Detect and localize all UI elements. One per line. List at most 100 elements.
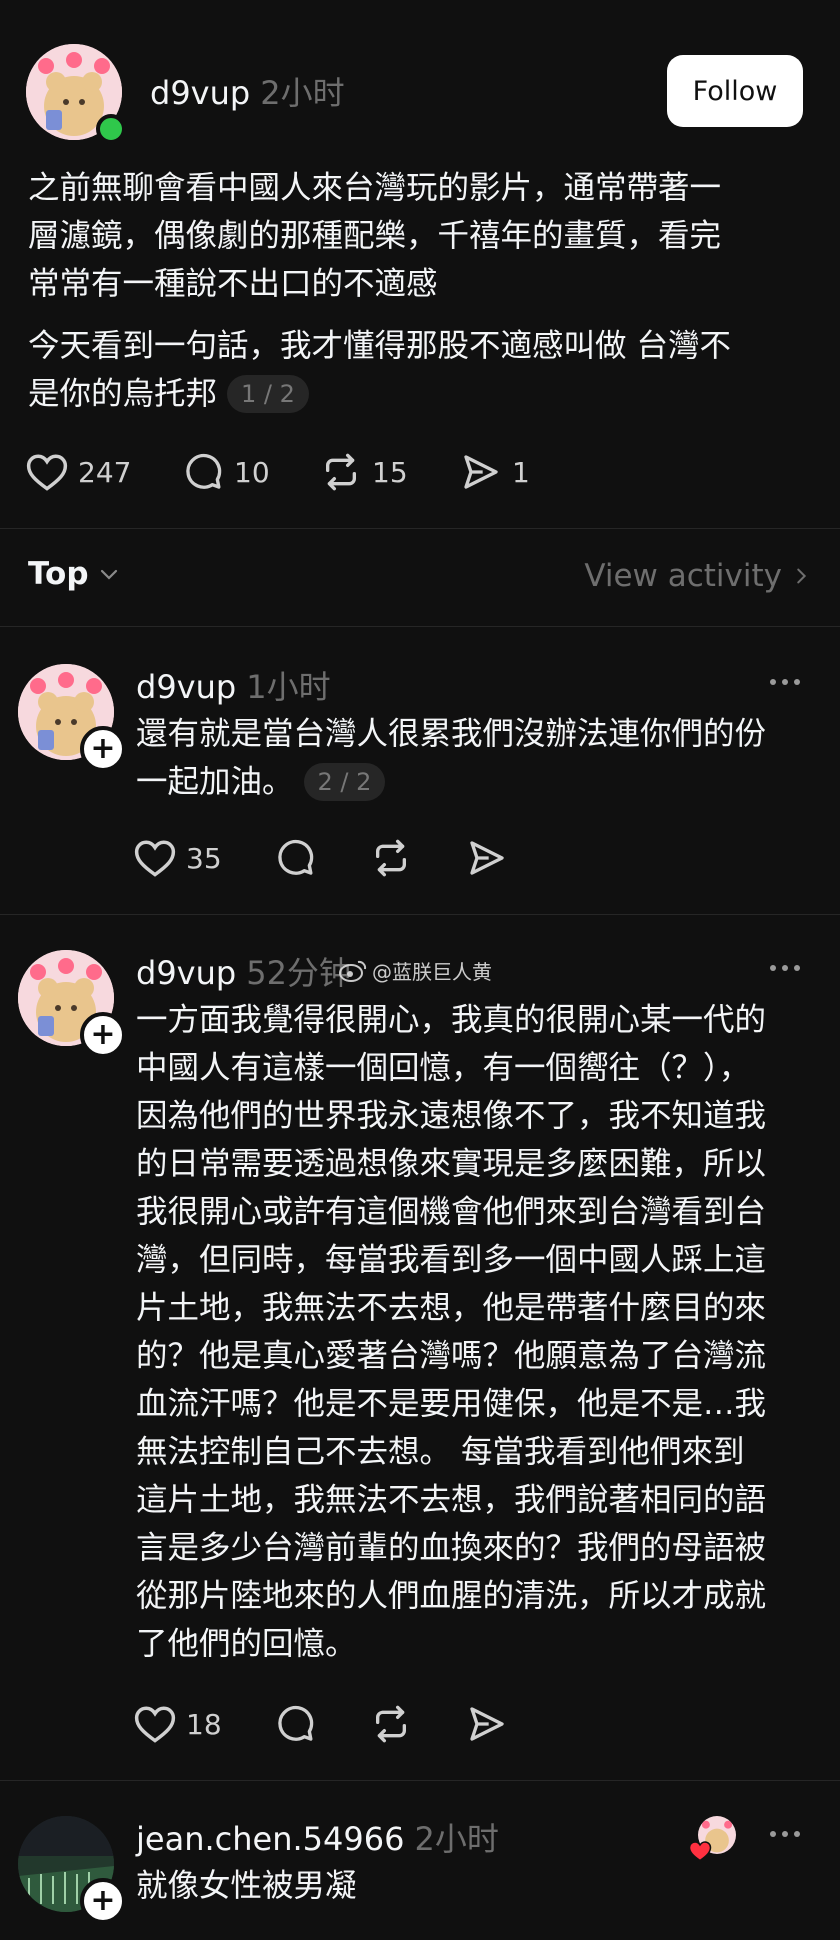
username[interactable]: d9vup — [150, 74, 250, 112]
reply-text: 還有就是當台灣人很累我們沒辦法連你們的份 一起加油。 2 / 2 — [136, 710, 826, 806]
weibo-logo-icon — [339, 960, 367, 982]
share-button[interactable] — [466, 838, 508, 878]
author-liked-badge — [688, 1816, 740, 1868]
like-button[interactable]: 247 — [26, 452, 131, 492]
more-options-button[interactable] — [770, 965, 800, 971]
post-header: d9vup 2小时 — [150, 68, 345, 114]
text-line: 血流汗嗎？他是不是要用健保，他是不是…我 — [136, 1386, 767, 1422]
repost-icon — [326, 453, 356, 491]
comment-icon — [278, 839, 314, 875]
share-count: 1 — [512, 455, 530, 489]
like-count: 247 — [78, 455, 132, 489]
text-line: 還有就是當台灣人很累我們沒辦法連你們的份 — [136, 716, 767, 752]
divider — [0, 1780, 840, 1781]
username[interactable]: d9vup — [136, 954, 236, 992]
watermark-text: @蓝朕巨人黄 — [372, 960, 492, 984]
username[interactable]: jean.chen.54966 — [136, 1820, 404, 1858]
more-dots-icon — [770, 965, 776, 971]
send-icon — [470, 841, 504, 875]
text-line-last: 是你的烏托邦 1 / 2 — [28, 370, 818, 418]
share-button[interactable] — [466, 1704, 508, 1744]
reply-text: 就像女性被男凝 — [136, 1862, 736, 1910]
repost-button[interactable] — [370, 838, 412, 878]
view-activity-label: View activity — [584, 558, 782, 594]
repost-button[interactable] — [370, 1704, 412, 1744]
comment-button[interactable] — [274, 838, 316, 878]
text-line: 中國人有這樣一個回憶，有一個嚮往（？）， — [136, 1050, 751, 1086]
text-line: 我很開心或許有這個機會他們來到台灣看到台 — [136, 1194, 767, 1230]
post-text: 之前無聊會看中國人來台灣玩的影片，通常帶著一 層濾鏡，偶像劇的那種配樂，千禧年的… — [28, 164, 818, 418]
sort-dropdown[interactable]: Top — [28, 556, 121, 592]
text-line: 層濾鏡，偶像劇的那種配樂，千禧年的畫質，看完 — [28, 218, 722, 254]
online-indicator — [96, 114, 126, 144]
more-options-button[interactable] — [770, 1831, 800, 1837]
text-line: 就像女性被男凝 — [136, 1868, 357, 1904]
like-button[interactable]: 35 — [134, 838, 222, 878]
plus-icon: + — [90, 1883, 116, 1918]
page-indicator: 1 / 2 — [227, 375, 309, 413]
text-line: 之前無聊會看中國人來台灣玩的影片，通常帶著一 — [28, 170, 722, 206]
send-icon — [470, 1707, 504, 1741]
divider — [0, 528, 840, 529]
text-line: 這片土地，我無法不去想，我們說著相同的語 — [136, 1482, 767, 1518]
repost-icon — [376, 1705, 406, 1743]
username[interactable]: d9vup — [136, 668, 236, 706]
more-dots-icon — [770, 1831, 776, 1837]
plus-icon: + — [90, 1017, 116, 1052]
text-line: 是你的烏托邦 — [28, 376, 218, 412]
repost-count: 15 — [372, 455, 408, 489]
chevron-right-icon — [797, 568, 807, 584]
text-line: 因為他們的世界我永遠想像不了，我不知道我 — [136, 1098, 767, 1134]
heart-icon — [134, 840, 176, 877]
heart-icon — [26, 454, 68, 491]
heart-icon — [134, 1706, 176, 1743]
share-button[interactable]: 1 — [460, 452, 530, 492]
text-line: 言是多少台灣前輩的血換來的？我們的母語被 — [136, 1530, 767, 1566]
text-line: 的？他是真心愛著台灣嗎？他願意為了台灣流 — [136, 1338, 767, 1374]
timestamp: 2小时 — [414, 1820, 499, 1858]
divider — [0, 626, 840, 627]
more-dots-icon — [770, 679, 776, 685]
text-line: 的日常需要透過想像來實現是多麼困難，所以 — [136, 1146, 767, 1182]
text-line: 無法控制自己不去想。 每當我看到他們來到 — [136, 1434, 745, 1470]
text-line: 一方面我覺得很開心，我真的很開心某一代的 — [136, 1002, 767, 1038]
follow-plus-button[interactable]: + — [80, 726, 126, 772]
timestamp: 1小时 — [246, 668, 331, 706]
text-line-last: 一起加油。 2 / 2 — [136, 758, 826, 806]
follow-plus-button[interactable]: + — [80, 1878, 126, 1924]
more-options-button[interactable] — [770, 679, 800, 685]
reply-header: jean.chen.54966 2小时 — [136, 1814, 499, 1860]
like-button[interactable]: 18 — [134, 1704, 222, 1744]
reply-header: d9vup 1小时 — [136, 662, 331, 708]
send-icon — [464, 455, 498, 489]
text-line: 常常有一種說不出口的不適感 — [28, 266, 438, 302]
view-activity-link[interactable]: View activity — [584, 558, 812, 594]
like-count: 18 — [186, 1707, 222, 1741]
reply-text: 一方面我覺得很開心，我真的很開心某一代的 中國人有這樣一個回憶，有一個嚮往（？）… — [136, 996, 836, 1668]
comment-icon — [278, 1705, 314, 1741]
text-line: 今天看到一句話，我才懂得那股不適感叫做 台灣不 — [28, 328, 732, 364]
like-count: 35 — [186, 841, 222, 875]
follow-button[interactable]: Follow — [667, 55, 803, 127]
watermark: @蓝朕巨人黄 — [338, 956, 492, 985]
plus-icon: + — [90, 731, 116, 766]
text-line: 從那片陸地來的人們血腥的清洗，所以才成就 — [136, 1578, 767, 1614]
repost-icon — [376, 839, 406, 877]
comment-button[interactable]: 10 — [182, 452, 270, 492]
sort-label: Top — [28, 556, 89, 592]
comment-icon — [186, 453, 222, 489]
text-line: 了他們的回憶。 — [136, 1626, 357, 1662]
comment-button[interactable] — [274, 1704, 316, 1744]
red-heart-icon — [688, 1841, 712, 1862]
follow-label: Follow — [692, 75, 778, 107]
chevron-down-icon — [100, 569, 117, 580]
page-indicator: 2 / 2 — [303, 763, 386, 801]
text-line: 一起加油。 — [136, 764, 294, 800]
repost-button[interactable]: 15 — [320, 452, 408, 492]
timestamp: 52分钟 — [246, 954, 351, 992]
timestamp: 2小时 — [260, 74, 345, 112]
divider — [0, 914, 840, 915]
reply-header: d9vup 52分钟 — [136, 948, 351, 994]
comment-count: 10 — [234, 455, 270, 489]
follow-plus-button[interactable]: + — [80, 1012, 126, 1058]
